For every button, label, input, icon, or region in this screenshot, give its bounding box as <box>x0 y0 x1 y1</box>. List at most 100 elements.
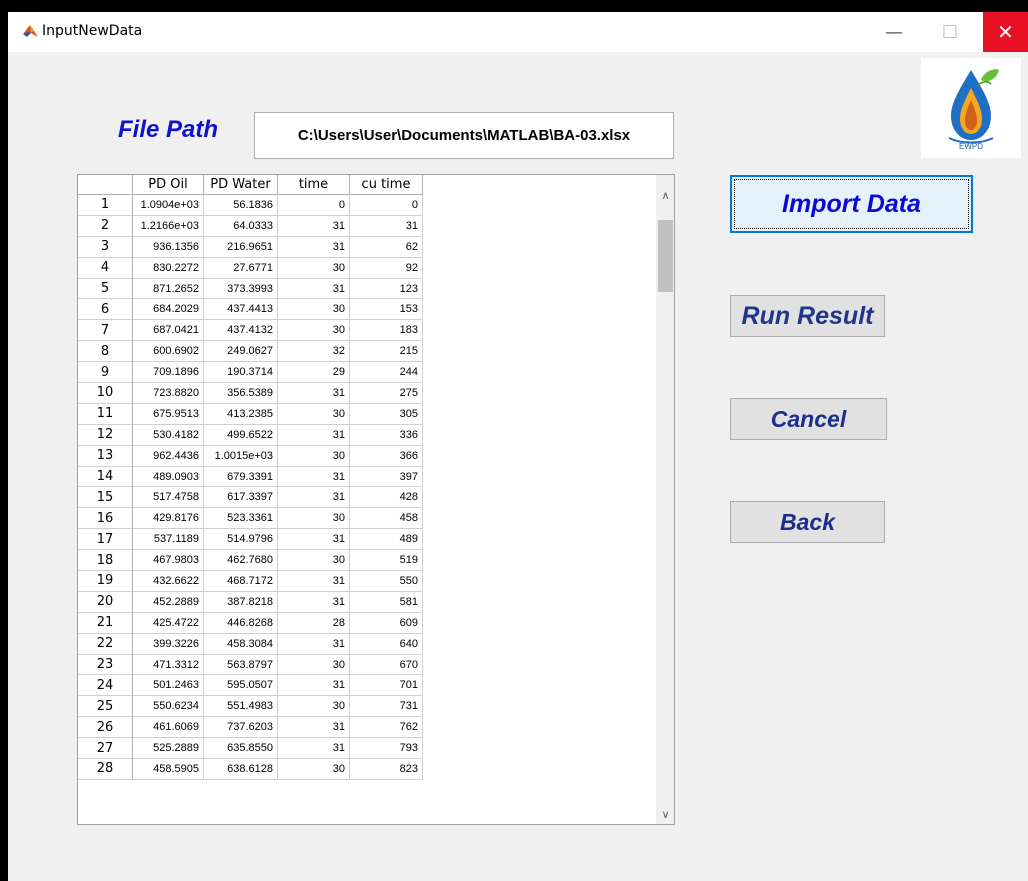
pd-oil-cell[interactable]: 425.4722 <box>133 612 204 634</box>
time-cell[interactable]: 30 <box>278 445 350 467</box>
pd-water-cell[interactable]: 595.0507 <box>204 675 278 697</box>
pd-oil-cell[interactable]: 458.5905 <box>133 759 204 780</box>
pd-water-cell[interactable]: 56.1836 <box>204 195 278 216</box>
pd-oil-cell[interactable]: 550.6234 <box>133 696 204 718</box>
table-row[interactable]: 10 723.8820 356.5389 31 275 <box>78 383 423 404</box>
cu-time-cell[interactable]: 62 <box>350 236 423 258</box>
cu-time-cell[interactable]: 581 <box>350 591 423 613</box>
pd-oil-cell[interactable]: 467.9803 <box>133 550 204 572</box>
pd-oil-cell[interactable]: 530.4182 <box>133 424 204 446</box>
cu-time-cell[interactable]: 550 <box>350 571 423 592</box>
pd-oil-cell[interactable]: 871.2652 <box>133 278 204 300</box>
cu-time-cell[interactable]: 519 <box>350 550 423 572</box>
pd-water-cell[interactable]: 446.8268 <box>204 612 278 634</box>
pd-oil-cell[interactable]: 461.6069 <box>133 717 204 739</box>
table-row[interactable]: 13 962.4436 1.0015e+03 30 366 <box>78 445 423 467</box>
time-cell[interactable]: 31 <box>278 571 350 592</box>
pd-oil-cell[interactable]: 687.0421 <box>133 320 204 342</box>
pd-water-cell[interactable]: 190.3714 <box>204 362 278 384</box>
time-cell[interactable]: 31 <box>278 466 350 488</box>
pd-water-cell[interactable]: 468.7172 <box>204 571 278 592</box>
table-row[interactable]: 14 489.0903 679.3391 31 397 <box>78 466 423 488</box>
cu-time-cell[interactable]: 275 <box>350 383 423 404</box>
table-row[interactable]: 27 525.2889 635.8550 31 793 <box>78 738 423 760</box>
time-cell[interactable]: 30 <box>278 759 350 780</box>
time-cell[interactable]: 31 <box>278 529 350 551</box>
pd-oil-cell[interactable]: 489.0903 <box>133 466 204 488</box>
time-cell[interactable]: 30 <box>278 508 350 530</box>
table-row[interactable]: 26 461.6069 737.6203 31 762 <box>78 717 423 739</box>
table-row[interactable]: 24 501.2463 595.0507 31 701 <box>78 675 423 697</box>
close-button[interactable]: ✕ <box>983 12 1028 52</box>
pd-water-cell[interactable]: 413.2385 <box>204 403 278 425</box>
pd-water-cell[interactable]: 551.4983 <box>204 696 278 718</box>
table-row[interactable]: 11 675.9513 413.2385 30 305 <box>78 403 423 425</box>
pd-oil-cell[interactable]: 675.9513 <box>133 403 204 425</box>
table-row[interactable]: 15 517.4758 617.3397 31 428 <box>78 487 423 509</box>
time-cell[interactable]: 31 <box>278 424 350 446</box>
data-table[interactable]: PD Oil PD Water time cu time 1 1.0904e+03… <box>77 174 675 825</box>
pd-water-cell[interactable]: 462.7680 <box>204 550 278 572</box>
cu-time-cell[interactable]: 701 <box>350 675 423 697</box>
pd-oil-cell[interactable]: 399.3226 <box>133 633 204 655</box>
pd-water-cell[interactable]: 617.3397 <box>204 487 278 509</box>
table-row[interactable]: 20 452.2889 387.8218 31 581 <box>78 591 423 613</box>
table-row[interactable]: 7 687.0421 437.4132 30 183 <box>78 320 423 342</box>
time-cell[interactable]: 30 <box>278 654 350 676</box>
cu-time-cell[interactable]: 244 <box>350 362 423 384</box>
pd-oil-cell[interactable]: 1.2166e+03 <box>133 215 204 237</box>
pd-oil-cell[interactable]: 684.2029 <box>133 299 204 321</box>
pd-oil-cell[interactable]: 962.4436 <box>133 445 204 467</box>
table-row[interactable]: 16 429.8176 523.3361 30 458 <box>78 508 423 530</box>
pd-water-cell[interactable]: 458.3084 <box>204 633 278 655</box>
table-row[interactable]: 5 871.2652 373.3993 31 123 <box>78 278 423 300</box>
file-path-field[interactable]: C:\Users\User\Documents\MATLAB\BA-03.xls… <box>254 112 674 159</box>
pd-oil-cell[interactable]: 936.1356 <box>133 236 204 258</box>
table-row[interactable]: 25 550.6234 551.4983 30 731 <box>78 696 423 718</box>
pd-oil-cell[interactable]: 471.3312 <box>133 654 204 676</box>
table-row[interactable]: 28 458.5905 638.6128 30 823 <box>78 759 423 780</box>
table-row[interactable]: 3 936.1356 216.9651 31 62 <box>78 236 423 258</box>
pd-oil-cell[interactable]: 1.0904e+03 <box>133 195 204 216</box>
title-bar[interactable]: InputNewData — ☐ ✕ <box>8 12 1028 52</box>
cu-time-cell[interactable]: 305 <box>350 403 423 425</box>
pd-water-cell[interactable]: 437.4132 <box>204 320 278 342</box>
pd-oil-cell[interactable]: 830.2272 <box>133 257 204 279</box>
scroll-down-icon[interactable]: ∨ <box>656 804 674 824</box>
pd-water-cell[interactable]: 216.9651 <box>204 236 278 258</box>
pd-water-cell[interactable]: 638.6128 <box>204 759 278 780</box>
pd-oil-cell[interactable]: 709.1896 <box>133 362 204 384</box>
table-row[interactable]: 4 830.2272 27.6771 30 92 <box>78 257 423 279</box>
pd-water-cell[interactable]: 514.9796 <box>204 529 278 551</box>
table-row[interactable]: 8 600.6902 249.0627 32 215 <box>78 341 423 363</box>
cu-time-cell[interactable]: 397 <box>350 466 423 488</box>
time-cell[interactable]: 30 <box>278 299 350 321</box>
time-cell[interactable]: 31 <box>278 383 350 404</box>
time-cell[interactable]: 32 <box>278 341 350 363</box>
table-row[interactable]: 17 537.1189 514.9796 31 489 <box>78 529 423 551</box>
cu-time-cell[interactable]: 640 <box>350 633 423 655</box>
pd-water-cell[interactable]: 373.3993 <box>204 278 278 300</box>
table-row[interactable]: 6 684.2029 437.4413 30 153 <box>78 299 423 321</box>
pd-oil-cell[interactable]: 517.4758 <box>133 487 204 509</box>
cu-time-cell[interactable]: 762 <box>350 717 423 739</box>
time-cell[interactable]: 29 <box>278 362 350 384</box>
time-cell[interactable]: 31 <box>278 236 350 258</box>
table-row[interactable]: 12 530.4182 499.6522 31 336 <box>78 424 423 446</box>
cu-time-cell[interactable]: 0 <box>350 195 423 216</box>
pd-water-cell[interactable]: 499.6522 <box>204 424 278 446</box>
pd-oil-cell[interactable]: 452.2889 <box>133 591 204 613</box>
cu-time-cell[interactable]: 153 <box>350 299 423 321</box>
pd-water-cell[interactable]: 635.8550 <box>204 738 278 760</box>
pd-oil-cell[interactable]: 723.8820 <box>133 383 204 404</box>
pd-oil-cell[interactable]: 432.6622 <box>133 571 204 592</box>
cu-time-cell[interactable]: 215 <box>350 341 423 363</box>
maximize-button[interactable]: ☐ <box>928 12 972 52</box>
column-header-cu-time[interactable]: cu time <box>350 175 423 195</box>
time-cell[interactable]: 0 <box>278 195 350 216</box>
cu-time-cell[interactable]: 670 <box>350 654 423 676</box>
time-cell[interactable]: 30 <box>278 696 350 718</box>
cu-time-cell[interactable]: 183 <box>350 320 423 342</box>
pd-water-cell[interactable]: 387.8218 <box>204 591 278 613</box>
pd-oil-cell[interactable]: 600.6902 <box>133 341 204 363</box>
